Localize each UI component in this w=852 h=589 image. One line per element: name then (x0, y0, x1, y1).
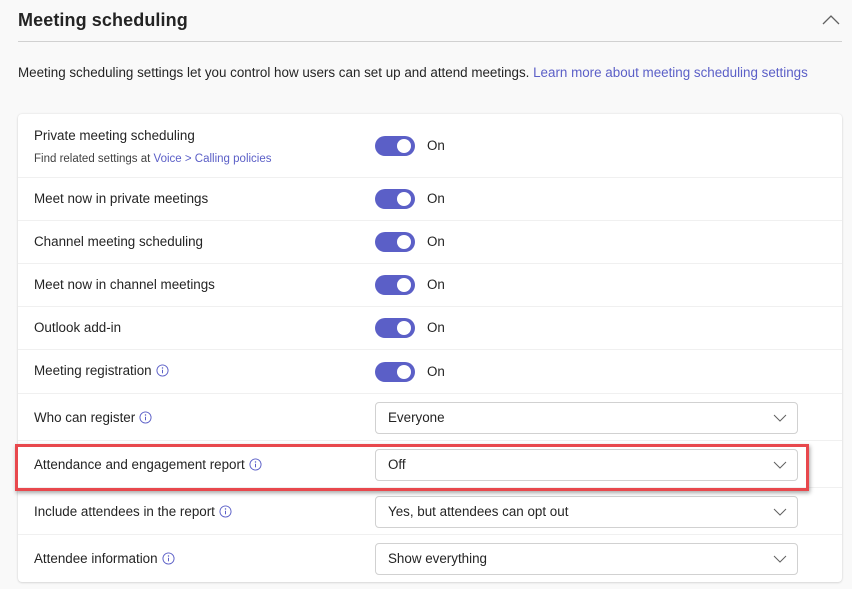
calling-policies-link[interactable]: Calling policies (195, 153, 272, 165)
toggle-knob (397, 321, 411, 335)
info-icon[interactable] (156, 364, 169, 377)
toggle-state-text: On (427, 234, 445, 249)
section-title: Meeting scheduling (18, 10, 188, 30)
attendee-information-dropdown[interactable]: Show everything (375, 543, 798, 575)
setting-row-who-can-register: Who can register Everyone (18, 394, 842, 441)
hint-text: Find related settings at (34, 153, 154, 165)
related-settings-hint: Find related settings at Voice > Calling… (34, 153, 272, 165)
setting-row-attendance-report: Attendance and engagement report Off (18, 441, 842, 488)
setting-row-outlook-add-in: Outlook add-in On (18, 307, 842, 350)
setting-row-include-attendees: Include attendees in the report Yes, but… (18, 488, 842, 535)
setting-label-text: Channel meeting scheduling (34, 234, 203, 249)
info-icon[interactable] (139, 411, 152, 424)
toggle-state-text: On (427, 320, 445, 335)
who-can-register-dropdown[interactable]: Everyone (375, 402, 798, 434)
setting-label-text: Who can register (34, 410, 136, 425)
outlook-add-in-toggle[interactable] (375, 318, 415, 338)
chevron-down-icon (773, 414, 787, 422)
voice-link[interactable]: Voice (154, 153, 182, 165)
toggle-state-text: On (427, 191, 445, 206)
section-header: Meeting scheduling (18, 0, 842, 42)
setting-label: Attendee information (34, 551, 175, 566)
setting-label: Channel meeting scheduling (34, 234, 203, 249)
info-icon[interactable] (219, 505, 232, 518)
info-icon[interactable] (249, 458, 262, 471)
setting-label-text: Include attendees in the report (34, 504, 215, 519)
setting-label: Outlook add-in (34, 320, 121, 335)
setting-row-meet-now-private: Meet now in private meetings On (18, 178, 842, 221)
info-icon[interactable] (162, 552, 175, 565)
setting-label: Private meeting scheduling (34, 128, 195, 143)
toggle-knob (397, 192, 411, 206)
chevron-down-icon (773, 461, 787, 469)
toggle-knob (397, 139, 411, 153)
meet-now-private-toggle[interactable] (375, 189, 415, 209)
chevron-down-icon (773, 508, 787, 516)
setting-label-text: Outlook add-in (34, 320, 122, 335)
channel-meeting-scheduling-toggle[interactable] (375, 232, 415, 252)
settings-card: Private meeting scheduling Find related … (18, 114, 842, 582)
include-attendees-dropdown[interactable]: Yes, but attendees can opt out (375, 496, 798, 528)
meet-now-channel-toggle[interactable] (375, 275, 415, 295)
dropdown-value: Yes, but attendees can opt out (388, 504, 569, 519)
dropdown-value: Everyone (388, 410, 445, 425)
attendance-report-dropdown[interactable]: Off (375, 449, 798, 481)
description-text: Meeting scheduling settings let you cont… (18, 65, 534, 80)
setting-row-private-meeting-scheduling: Private meeting scheduling Find related … (18, 114, 842, 178)
toggle-knob (397, 365, 411, 379)
chevron-up-icon (822, 15, 840, 25)
section-description: Meeting scheduling settings let you cont… (18, 63, 818, 83)
setting-label: Who can register (34, 410, 152, 425)
toggle-state-text: On (427, 138, 445, 153)
collapse-button[interactable] (820, 10, 842, 30)
toggle-state-text: On (427, 364, 445, 379)
dropdown-value: Off (388, 457, 406, 472)
setting-label: Meet now in channel meetings (34, 277, 215, 292)
toggle-knob (397, 278, 411, 292)
setting-row-meet-now-channel: Meet now in channel meetings On (18, 264, 842, 307)
private-meeting-scheduling-toggle[interactable] (375, 136, 415, 156)
setting-label-text: Meeting registration (34, 363, 152, 378)
breadcrumb-separator: > (181, 153, 195, 165)
toggle-knob (397, 235, 411, 249)
setting-label-text: Attendance and engagement report (34, 457, 245, 472)
setting-label-text: Meet now in channel meetings (34, 277, 215, 292)
chevron-down-icon (773, 555, 787, 563)
setting-label-text: Meet now in private meetings (34, 191, 209, 206)
setting-label: Meet now in private meetings (34, 191, 208, 206)
setting-label-text: Private meeting scheduling (34, 128, 195, 143)
setting-row-attendee-information: Attendee information Show everything (18, 535, 842, 582)
setting-label: Meeting registration (34, 363, 169, 378)
setting-row-channel-meeting-scheduling: Channel meeting scheduling On (18, 221, 842, 264)
meeting-registration-toggle[interactable] (375, 362, 415, 382)
setting-row-meeting-registration: Meeting registration On (18, 350, 842, 394)
dropdown-value: Show everything (388, 551, 487, 566)
toggle-state-text: On (427, 277, 445, 292)
setting-label: Attendance and engagement report (34, 457, 262, 472)
learn-more-link[interactable]: Learn more about meeting scheduling sett… (533, 65, 808, 80)
setting-label: Include attendees in the report (34, 504, 232, 519)
setting-label-text: Attendee information (34, 551, 158, 566)
